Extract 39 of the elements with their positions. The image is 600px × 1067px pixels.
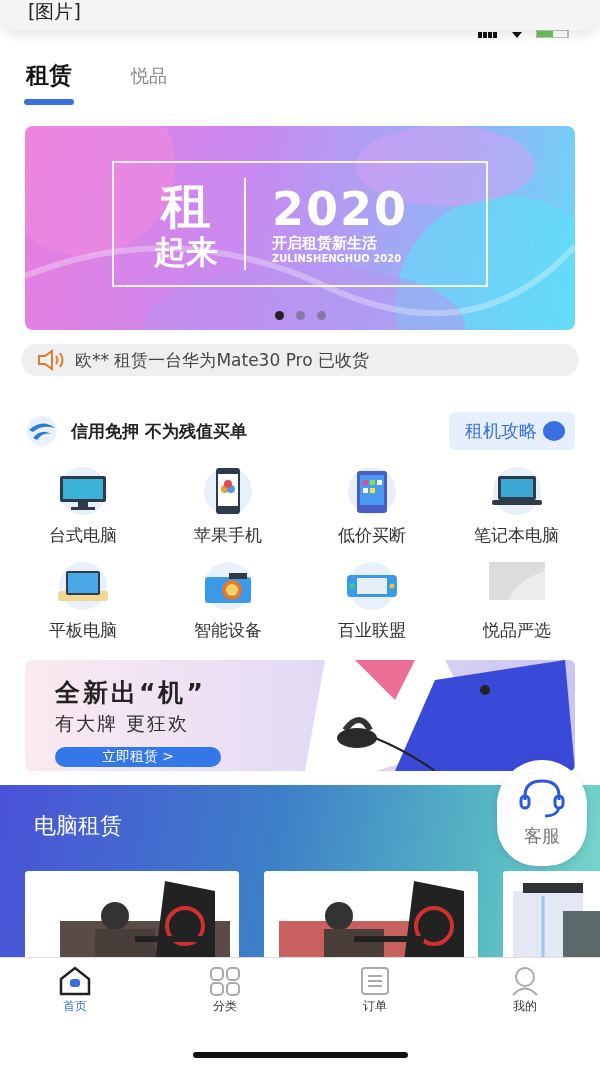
category-label[interactable]: 笔记本电脑 xyxy=(474,524,560,547)
promo-headline: 全新出“机” xyxy=(55,677,207,709)
list-icon xyxy=(358,966,392,996)
carousel-dot[interactable] xyxy=(295,311,305,320)
rent-now-button[interactable]: 立即租赁 > xyxy=(55,747,221,767)
carousel-dot[interactable] xyxy=(274,311,284,320)
guide-button[interactable]: 租机攻略 xyxy=(449,412,575,450)
logo-icon xyxy=(25,416,59,446)
home-icon xyxy=(58,966,92,996)
headset-icon xyxy=(517,778,567,818)
category-label[interactable]: 平板电脑 xyxy=(49,619,118,642)
category-label[interactable]: 百业联盟 xyxy=(338,619,407,642)
promo-tagline: 有大牌 更狂欢 xyxy=(55,711,191,736)
nav-tab[interactable]: 订单 xyxy=(300,966,450,1030)
credit-slogan: 信用免押 不为残值买单 xyxy=(71,419,247,443)
banner-slogan: 开启租赁新生活 xyxy=(272,234,378,253)
nav-tab[interactable]: 我的 xyxy=(450,966,600,1030)
nav-tab[interactable]: 分类 xyxy=(150,966,300,1030)
carousel-dot[interactable] xyxy=(316,311,326,320)
category-label[interactable]: 悦品严选 xyxy=(482,619,551,642)
category-label[interactable]: 智能设备 xyxy=(193,619,262,642)
section-title: 电脑租赁 xyxy=(34,812,122,840)
notice-text: 欧** 租赁一台华为Mate30 Pro 已收货 xyxy=(75,348,370,372)
banner-headline: 租 xyxy=(161,178,211,234)
battery-icon xyxy=(536,30,572,38)
promo-banner[interactable]: 全新出“机” 有大牌 更狂欢 立即租赁 > xyxy=(25,660,575,771)
dot-icon xyxy=(543,420,565,442)
nav-tab[interactable]: 首页 xyxy=(0,966,150,1030)
signal-icon xyxy=(478,30,498,38)
category-label[interactable]: 低价买断 xyxy=(338,524,407,547)
category-tab[interactable]: 悦品 xyxy=(124,60,174,110)
banner-headline-line: 起来 xyxy=(154,234,218,270)
category-label[interactable]: 台式电脑 xyxy=(49,524,118,547)
banner-year: 2020 xyxy=(272,184,409,234)
overlay-label: [图片] xyxy=(28,0,81,22)
category-label[interactable]: 苹果手机 xyxy=(193,524,262,547)
category-tab[interactable]: 租赁 xyxy=(24,60,74,110)
banner-subtitle: ZULINSHENGHUO 2020 xyxy=(272,253,403,264)
grid-icon xyxy=(208,966,242,996)
